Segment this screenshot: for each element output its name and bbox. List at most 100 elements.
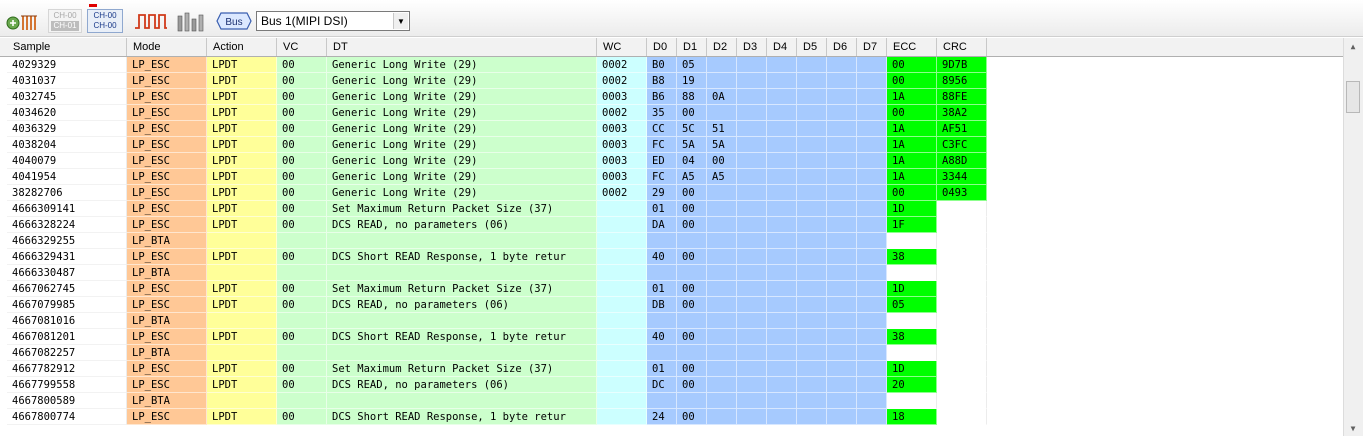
cell-d6 bbox=[827, 313, 857, 329]
scroll-down-icon[interactable]: ▼ bbox=[1347, 422, 1359, 434]
column-header-vc[interactable]: VC bbox=[277, 38, 327, 56]
cell-d4 bbox=[767, 57, 797, 73]
cell-d0 bbox=[647, 393, 677, 409]
cell-action: LPDT bbox=[207, 89, 277, 105]
table-row[interactable]: 4031037 LP_ESC LPDT 00 Generic Long Write (2… bbox=[0, 73, 1343, 89]
bar-graph-button[interactable] bbox=[175, 9, 209, 33]
cell-d7 bbox=[857, 393, 887, 409]
channel-map-button[interactable]: CH-00 CH-00 bbox=[87, 9, 123, 33]
table-row[interactable]: 4036329 LP_ESC LPDT 00 Generic Long Write (2… bbox=[0, 121, 1343, 137]
table-row[interactable]: 4667799558 LP_ESC LPDT 00 DCS READ, no param… bbox=[0, 377, 1343, 393]
cell-dt: DCS READ, no parameters (06) bbox=[327, 377, 597, 393]
table-row[interactable]: 4667062745 LP_ESC LPDT 00 Set Maximum Return… bbox=[0, 281, 1343, 297]
cell-vc: 00 bbox=[277, 57, 327, 73]
decode-table: Sample Mode Action VC DT WC D0 D1 D2 D3 D4 D5 D6 D7 EC… bbox=[0, 38, 1343, 436]
table-row[interactable]: 4667800774 LP_ESC LPDT 00 DCS Short READ Res… bbox=[0, 409, 1343, 425]
table-row[interactable]: 4667079985 LP_ESC LPDT 00 DCS READ, no param… bbox=[0, 297, 1343, 313]
cell-d1: A5 bbox=[677, 169, 707, 185]
cell-vc: 00 bbox=[277, 281, 327, 297]
cell-crc bbox=[937, 265, 987, 281]
cell-mode: LP_ESC bbox=[127, 201, 207, 217]
table-row[interactable]: 4667800589 LP_BTA bbox=[0, 393, 1343, 409]
bus-decode-button[interactable]: Bus bbox=[216, 9, 252, 33]
chevron-down-icon[interactable]: ▼ bbox=[393, 13, 408, 29]
cell-d5 bbox=[797, 169, 827, 185]
table-row[interactable]: 4032745 LP_ESC LPDT 00 Generic Long Write (2… bbox=[0, 89, 1343, 105]
channel-select-line2: CH-01 bbox=[51, 21, 79, 31]
column-header-d3[interactable]: D3 bbox=[737, 38, 767, 56]
cell-mode: LP_ESC bbox=[127, 297, 207, 313]
cell-d7 bbox=[857, 185, 887, 201]
settings-wave-button[interactable] bbox=[5, 9, 43, 33]
column-header-action[interactable]: Action bbox=[207, 38, 277, 56]
cell-ecc: 38 bbox=[887, 249, 937, 265]
table-row[interactable]: 4666309141 LP_ESC LPDT 00 Set Maximum Return… bbox=[0, 201, 1343, 217]
scrollbar-thumb[interactable] bbox=[1346, 81, 1360, 113]
cell-d5 bbox=[797, 121, 827, 137]
column-header-dt[interactable]: DT bbox=[327, 38, 597, 56]
bus-select[interactable]: Bus 1(MIPI DSI) ▼ bbox=[256, 11, 410, 31]
cell-ecc: 1A bbox=[887, 153, 937, 169]
cell-d5 bbox=[797, 105, 827, 121]
cell-d5 bbox=[797, 233, 827, 249]
table-row[interactable]: 4038204 LP_ESC LPDT 00 Generic Long Write (2… bbox=[0, 137, 1343, 153]
cell-action: LPDT bbox=[207, 297, 277, 313]
column-header-d4[interactable]: D4 bbox=[767, 38, 797, 56]
scroll-up-icon[interactable]: ▲ bbox=[1347, 40, 1359, 52]
channel-select-button[interactable]: CH-00 CH-01 bbox=[48, 9, 82, 33]
column-header-mode[interactable]: Mode bbox=[127, 38, 207, 56]
pulse-waveform-button[interactable] bbox=[134, 9, 168, 33]
cell-d4 bbox=[767, 377, 797, 393]
table-row[interactable]: 4666329431 LP_ESC LPDT 00 DCS Short READ Res… bbox=[0, 249, 1343, 265]
column-header-sample[interactable]: Sample bbox=[7, 38, 127, 56]
cell-d5 bbox=[797, 297, 827, 313]
cell-crc bbox=[937, 329, 987, 345]
cell-d1: 00 bbox=[677, 281, 707, 297]
table-row[interactable]: 4667081016 LP_BTA bbox=[0, 313, 1343, 329]
table-row[interactable]: 4029329 LP_ESC LPDT 00 Generic Long Write (2… bbox=[0, 57, 1343, 73]
table-row[interactable]: 4666329255 LP_BTA bbox=[0, 233, 1343, 249]
column-header-d1[interactable]: D1 bbox=[677, 38, 707, 56]
cell-vc: 00 bbox=[277, 185, 327, 201]
table-row[interactable]: 4034620 LP_ESC LPDT 00 Generic Long Write (2… bbox=[0, 105, 1343, 121]
cell-d4 bbox=[767, 153, 797, 169]
table-row[interactable]: 4041954 LP_ESC LPDT 00 Generic Long Write (2… bbox=[0, 169, 1343, 185]
column-header-d2[interactable]: D2 bbox=[707, 38, 737, 56]
pulse-waveform-icon bbox=[135, 14, 167, 29]
cell-dt: Set Maximum Return Packet Size (37) bbox=[327, 361, 597, 377]
column-header-d7[interactable]: D7 bbox=[857, 38, 887, 56]
cell-ecc: 05 bbox=[887, 297, 937, 313]
cell-d0: 01 bbox=[647, 201, 677, 217]
table-row[interactable]: 4667082257 LP_BTA bbox=[0, 345, 1343, 361]
cell-d3 bbox=[737, 217, 767, 233]
cell-d4 bbox=[767, 137, 797, 153]
cell-d2: 0A bbox=[707, 89, 737, 105]
column-header-d6[interactable]: D6 bbox=[827, 38, 857, 56]
cell-vc: 00 bbox=[277, 73, 327, 89]
table-row[interactable]: 4666330487 LP_BTA bbox=[0, 265, 1343, 281]
vertical-scrollbar[interactable]: ▲ ▼ bbox=[1343, 38, 1363, 436]
column-header-wc[interactable]: WC bbox=[597, 38, 647, 56]
cell-d0: 01 bbox=[647, 281, 677, 297]
cell-d7 bbox=[857, 329, 887, 345]
cell-wc bbox=[597, 361, 647, 377]
cell-d0: 40 bbox=[647, 249, 677, 265]
table-row[interactable]: 38282706 LP_ESC LPDT 00 Generic Long Write (… bbox=[0, 185, 1343, 201]
cell-d7 bbox=[857, 377, 887, 393]
cell-crc bbox=[937, 217, 987, 233]
cell-sample: 4666330487 bbox=[7, 265, 127, 281]
column-header-crc[interactable]: CRC bbox=[937, 38, 987, 56]
table-row[interactable]: 4040079 LP_ESC LPDT 00 Generic Long Write (2… bbox=[0, 153, 1343, 169]
column-header-ecc[interactable]: ECC bbox=[887, 38, 937, 56]
cell-wc bbox=[597, 217, 647, 233]
cell-action: LPDT bbox=[207, 105, 277, 121]
column-header-d0[interactable]: D0 bbox=[647, 38, 677, 56]
column-header-d5[interactable]: D5 bbox=[797, 38, 827, 56]
cell-vc: 00 bbox=[277, 169, 327, 185]
table-row[interactable]: 4667081201 LP_ESC LPDT 00 DCS Short READ Res… bbox=[0, 329, 1343, 345]
cell-sample: 4667082257 bbox=[7, 345, 127, 361]
bar-graph-icon bbox=[177, 12, 204, 32]
cell-d4 bbox=[767, 265, 797, 281]
table-row[interactable]: 4667782912 LP_ESC LPDT 00 Set Maximum Return… bbox=[0, 361, 1343, 377]
table-row[interactable]: 4666328224 LP_ESC LPDT 00 DCS READ, no param… bbox=[0, 217, 1343, 233]
